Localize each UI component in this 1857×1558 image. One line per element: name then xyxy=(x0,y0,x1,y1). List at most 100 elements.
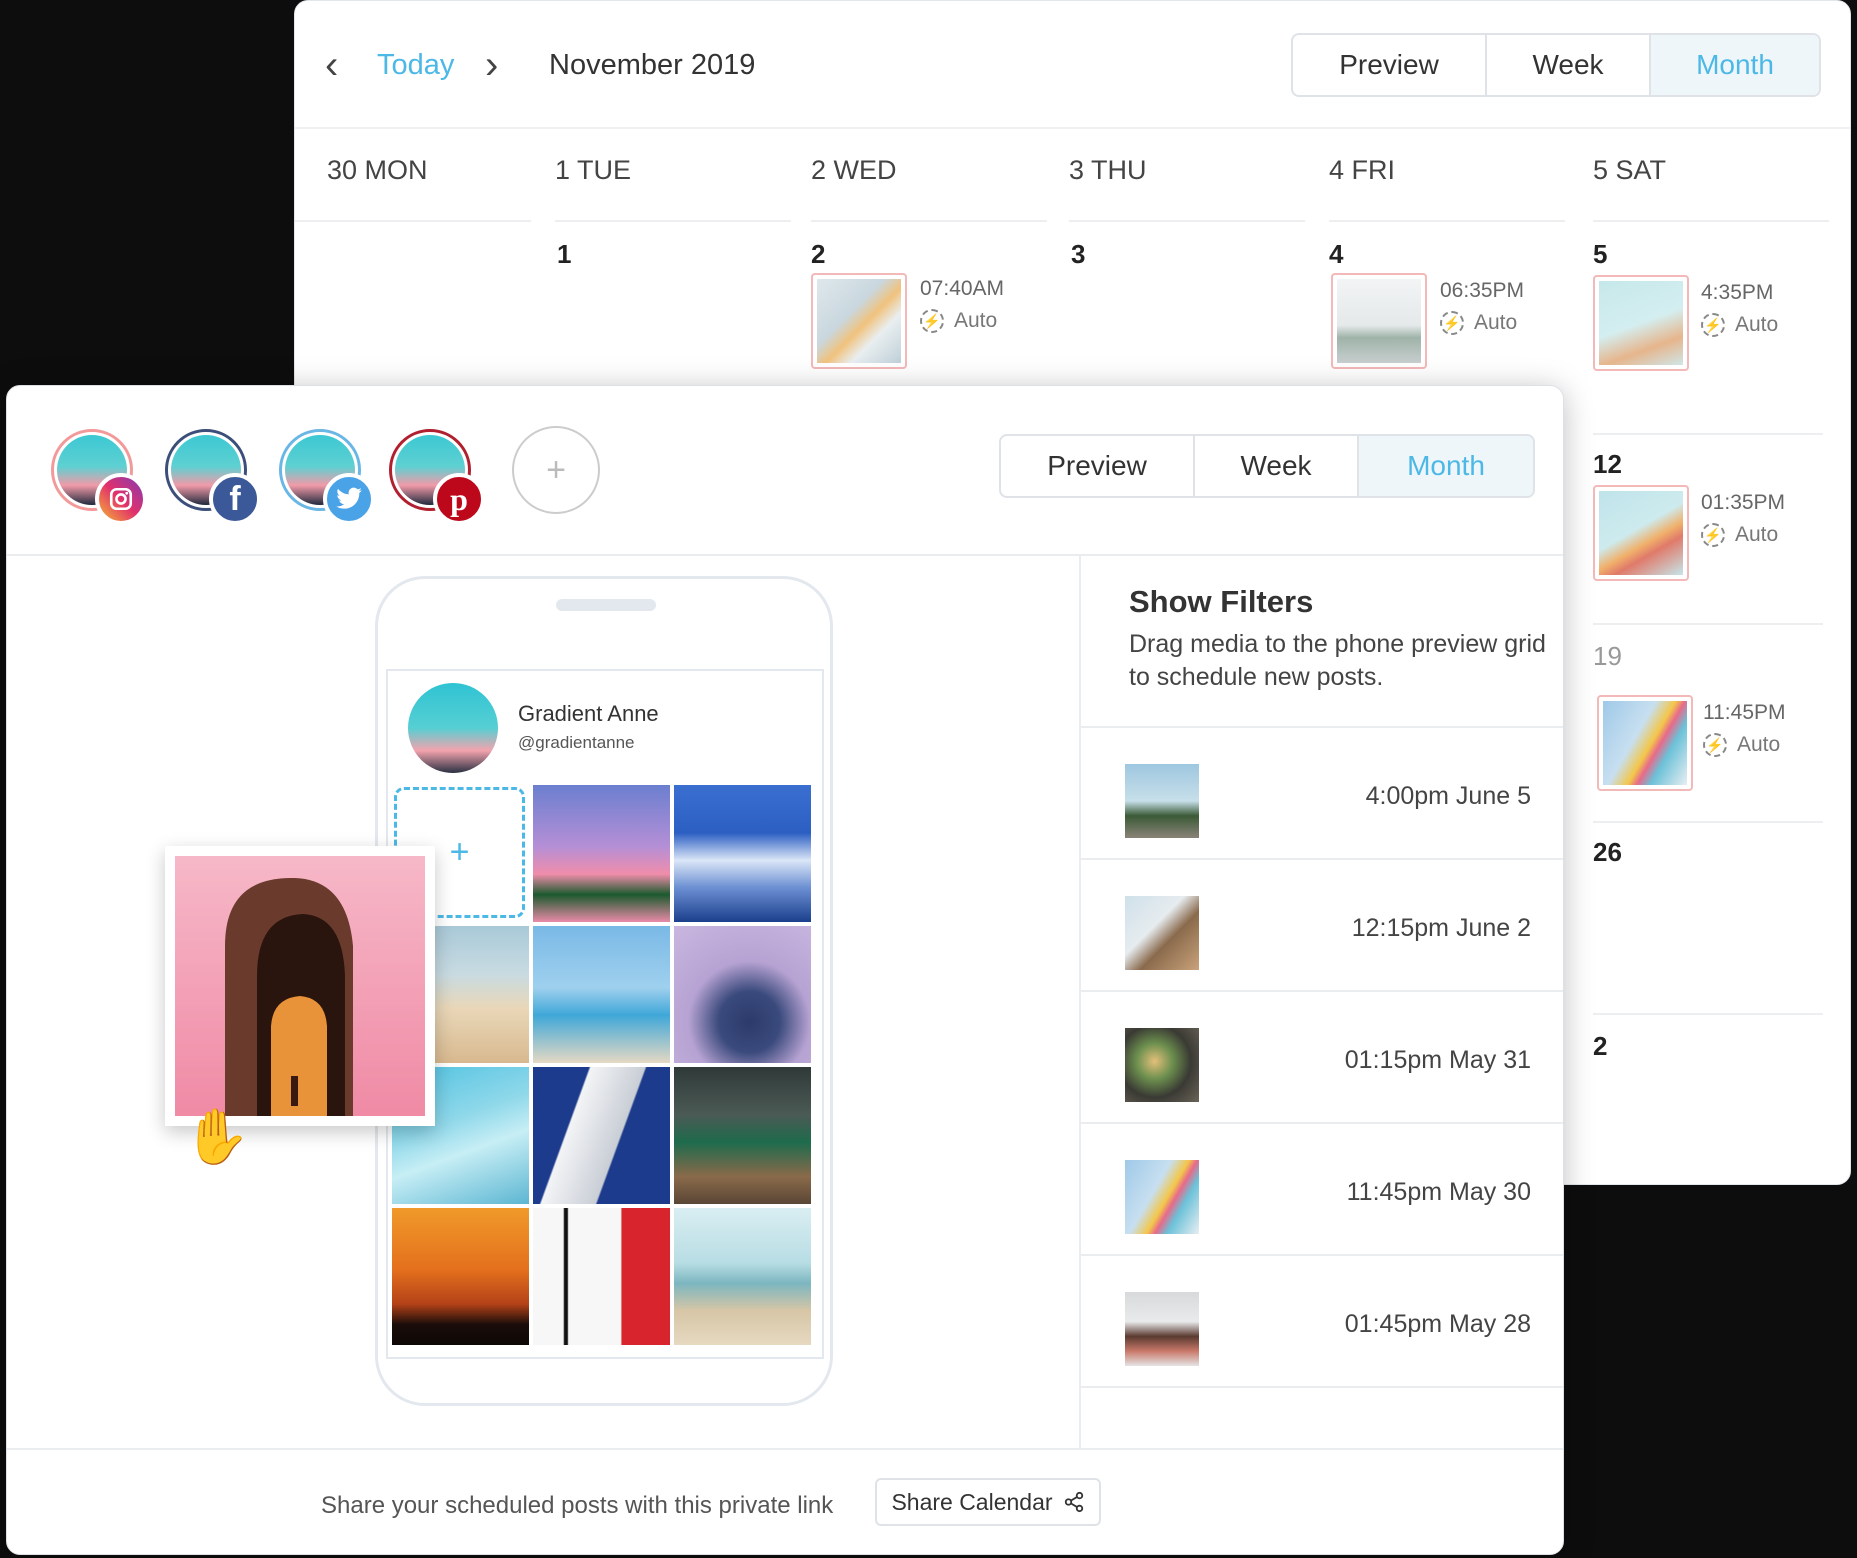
phone-preview: Gradient Anne @gradientanne + xyxy=(375,576,833,1406)
date-cell[interactable]: 5 xyxy=(1593,239,1607,270)
post-mode: Auto xyxy=(1735,313,1779,336)
post-auto: ⚡ Auto xyxy=(1440,311,1517,335)
profile-name: Gradient Anne xyxy=(518,701,659,726)
arch-photo xyxy=(175,856,425,1116)
divider xyxy=(1069,220,1305,222)
profile-handle: @gradientanne xyxy=(518,733,635,752)
post-time: 11:45PM xyxy=(1703,701,1786,724)
date-cell[interactable]: 3 xyxy=(1071,239,1085,270)
grid-image-coast[interactable] xyxy=(674,1208,811,1345)
post-time: 06:35PM xyxy=(1440,279,1525,302)
pinterest-account[interactable]: p xyxy=(383,423,485,525)
divider xyxy=(811,220,1047,222)
view-week-button[interactable]: Week xyxy=(1487,35,1651,95)
day-header-sat: 5 SAT xyxy=(1593,155,1667,185)
auto-publish-icon: ⚡ xyxy=(920,309,944,333)
date-cell[interactable]: 19 xyxy=(1593,641,1622,672)
date-cell[interactable]: 2 xyxy=(1593,1031,1607,1062)
post-auto: ⚡ Auto xyxy=(1703,733,1780,757)
auto-publish-icon: ⚡ xyxy=(1701,523,1725,547)
post-mode: Auto xyxy=(1735,523,1779,546)
dragged-media-card[interactable] xyxy=(165,846,435,1126)
chevron-left-icon[interactable]: ‹ xyxy=(325,45,338,85)
month-title: November 2019 xyxy=(549,49,756,81)
scheduled-time: 12:15pm June 2 xyxy=(1351,914,1531,942)
post-thumbnail[interactable] xyxy=(1331,273,1427,369)
twitter-account[interactable] xyxy=(273,423,375,525)
pinterest-icon: p xyxy=(433,473,485,525)
date-cell[interactable]: 4 xyxy=(1329,239,1343,270)
grid-image-building[interactable] xyxy=(533,1067,670,1204)
post-thumbnail[interactable] xyxy=(1597,695,1693,791)
filters-description: Drag media to the phone preview grid to … xyxy=(1129,630,1546,691)
view-switcher: Preview Week Month xyxy=(1291,33,1821,97)
grid-image-interior[interactable] xyxy=(674,1067,811,1204)
instagram-account[interactable] xyxy=(45,423,147,525)
share-calendar-label: Share Calendar xyxy=(891,1488,1053,1515)
grid-image-abstract[interactable] xyxy=(533,1208,670,1345)
grid-image-clouds[interactable] xyxy=(674,785,811,922)
media-grid: + xyxy=(392,785,820,1345)
day-header-mon: 30 MON xyxy=(327,155,428,185)
scheduled-item[interactable]: 01:45pm May 28 xyxy=(1081,1254,1563,1386)
day-header-fri: 4 FRI xyxy=(1329,155,1396,185)
profile-avatar xyxy=(408,683,498,773)
grid-image-sunset-city[interactable] xyxy=(392,1208,529,1345)
date-cell[interactable]: 2 xyxy=(811,239,825,270)
divider xyxy=(295,220,531,222)
view-month-button[interactable]: Month xyxy=(1359,436,1533,496)
scheduled-item[interactable]: 4:00pm June 5 xyxy=(1081,726,1563,858)
divider xyxy=(1593,821,1823,823)
day-header-tue: 1 TUE xyxy=(555,155,632,185)
filters-title[interactable]: Show Filters xyxy=(1129,584,1313,620)
view-preview-button[interactable]: Preview xyxy=(1293,35,1487,95)
day-header-thu: 3 THU xyxy=(1069,155,1147,185)
post-time: 4:35PM xyxy=(1701,281,1774,304)
scheduled-time: 01:15pm May 31 xyxy=(1344,1046,1531,1074)
scheduled-thumbnail xyxy=(1125,1160,1199,1234)
auto-publish-icon: ⚡ xyxy=(1701,313,1725,337)
phone-screen: Gradient Anne @gradientanne + xyxy=(386,669,824,1359)
date-cell[interactable]: 12 xyxy=(1593,449,1622,480)
view-preview-button[interactable]: Preview xyxy=(1001,436,1195,496)
scheduled-thumbnail xyxy=(1125,896,1199,970)
post-thumbnail[interactable] xyxy=(1593,275,1689,371)
divider xyxy=(1329,220,1565,222)
date-cell[interactable]: 26 xyxy=(1593,837,1622,868)
auto-publish-icon: ⚡ xyxy=(1703,733,1727,757)
share-calendar-button[interactable]: Share Calendar xyxy=(875,1478,1101,1526)
facebook-account[interactable]: f xyxy=(159,423,261,525)
post-auto: ⚡ Auto xyxy=(1701,313,1778,337)
pool-photo xyxy=(1599,281,1683,365)
post-auto: ⚡ Auto xyxy=(1701,523,1778,547)
post-thumbnail[interactable] xyxy=(1593,485,1689,581)
today-link[interactable]: Today xyxy=(377,49,454,82)
divider xyxy=(1593,433,1823,435)
view-month-button[interactable]: Month xyxy=(1651,35,1819,95)
grid-image-palms[interactable] xyxy=(533,785,670,922)
planner-window: f p + Preview Week Month Gradient Anne @… xyxy=(6,385,1564,1555)
scheduled-item[interactable]: 12:15pm June 2 xyxy=(1081,858,1563,990)
scheduled-item[interactable]: 01:15pm May 31 xyxy=(1081,990,1563,1122)
view-week-button[interactable]: Week xyxy=(1195,436,1359,496)
scheduled-item[interactable]: 11:45pm May 30 xyxy=(1081,1122,1563,1254)
grid-image-tower[interactable] xyxy=(674,926,811,1063)
instagram-icon xyxy=(95,473,147,525)
scheduled-time: 4:00pm June 5 xyxy=(1365,782,1531,810)
post-auto: ⚡ Auto xyxy=(920,309,997,333)
post-mode: Auto xyxy=(1737,733,1781,756)
divider xyxy=(1593,220,1829,222)
post-time: 01:35PM xyxy=(1701,491,1786,514)
divider xyxy=(555,220,791,222)
chevron-right-icon[interactable]: › xyxy=(485,45,498,85)
add-account-button[interactable]: + xyxy=(512,426,600,514)
divider xyxy=(1593,623,1823,625)
post-thumbnail[interactable] xyxy=(811,273,907,369)
mural-photo xyxy=(1603,701,1687,785)
post-mode: Auto xyxy=(954,309,998,332)
scheduled-thumbnail xyxy=(1125,1028,1199,1102)
grab-hand-icon: ✋ xyxy=(183,1107,251,1167)
facebook-icon: f xyxy=(209,473,261,525)
grid-image-beach[interactable] xyxy=(533,926,670,1063)
date-cell[interactable]: 1 xyxy=(557,239,571,270)
